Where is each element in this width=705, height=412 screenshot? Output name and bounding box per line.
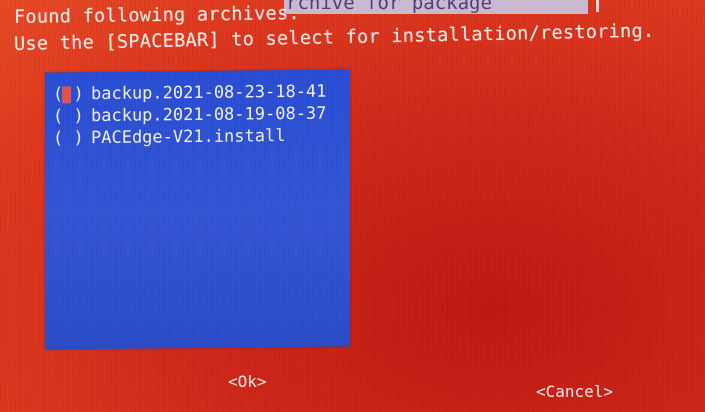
radio-checkbox[interactable]: ( ): [53, 84, 84, 104]
archive-list[interactable]: ( ) backup.2021-08-23-18-41 ( ) backup.2…: [45, 69, 350, 350]
archive-item[interactable]: ( ) PACEdge-V21.install: [53, 126, 285, 148]
archive-item[interactable]: ( ) backup.2021-08-19-08-37: [53, 104, 326, 127]
dialog-title: rchive for package: [284, 0, 588, 14]
terminal-dialog: rchive for package Found following archi…: [0, 0, 705, 412]
title-border: [596, 0, 599, 12]
cancel-button[interactable]: <Cancel>: [536, 383, 613, 401]
archive-item-label: PACEdge-V21.install: [91, 126, 286, 149]
radio-checkbox[interactable]: ( ): [53, 106, 84, 126]
archive-item-label: backup.2021-08-23-18-41: [91, 81, 327, 105]
archive-item[interactable]: ( ) backup.2021-08-23-18-41: [53, 82, 326, 105]
radio-checkbox[interactable]: ( ): [53, 128, 84, 148]
ok-button[interactable]: <Ok>: [228, 373, 267, 391]
archive-item-label: backup.2021-08-19-08-37: [91, 103, 327, 127]
message-line-1: Found following archives.: [13, 3, 301, 28]
